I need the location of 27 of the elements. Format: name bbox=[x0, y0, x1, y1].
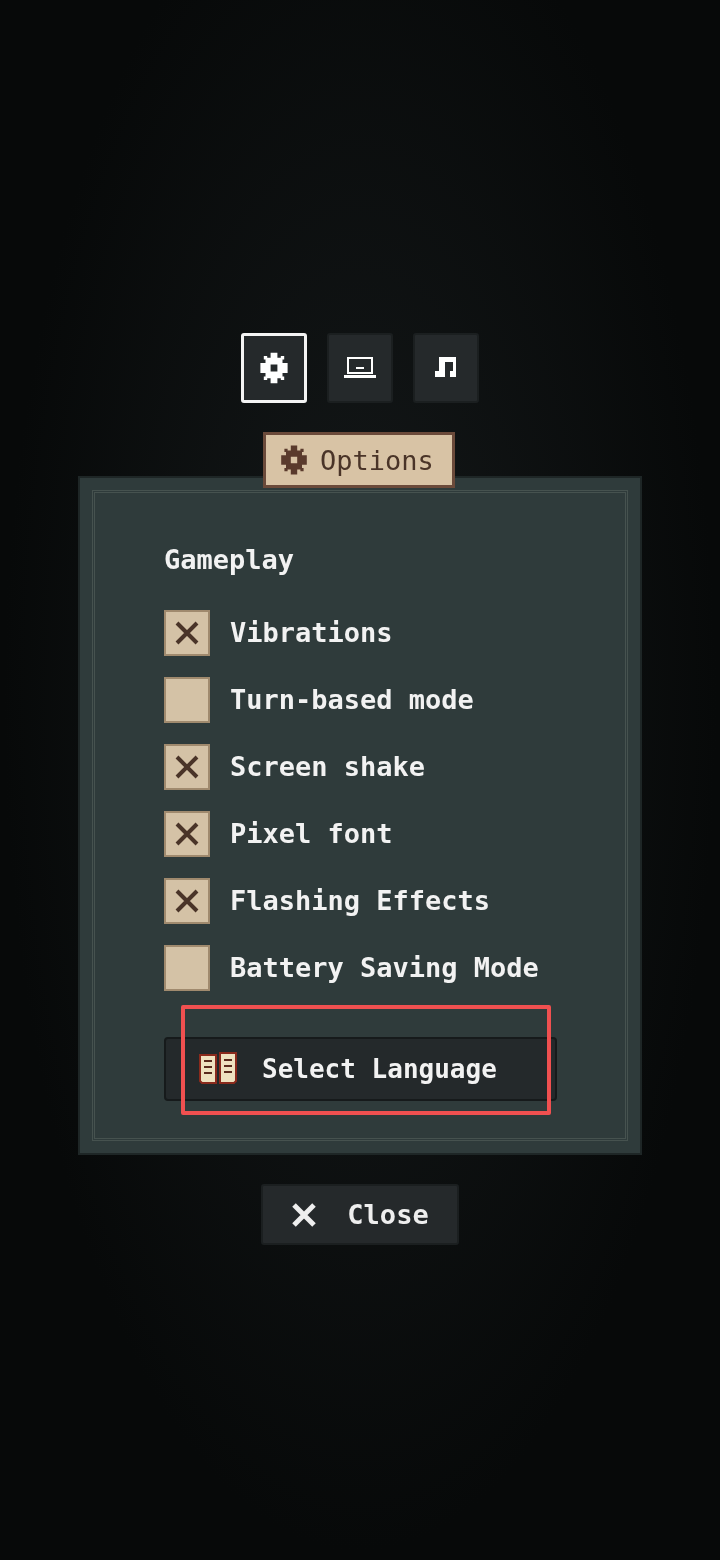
checkbox[interactable] bbox=[164, 944, 210, 991]
section-title: Gameplay bbox=[164, 544, 296, 575]
option-label: Pixel font bbox=[230, 818, 393, 849]
checkbox[interactable] bbox=[164, 676, 210, 723]
checkbox[interactable] bbox=[164, 877, 210, 924]
cross-mark-icon bbox=[174, 619, 200, 646]
select-language-button[interactable]: Select Language bbox=[164, 1037, 557, 1101]
checkbox[interactable] bbox=[164, 609, 210, 656]
cross-mark-icon bbox=[174, 887, 200, 914]
tab[interactable] bbox=[327, 333, 393, 403]
checkbox[interactable] bbox=[164, 810, 210, 857]
option-label: Turn-based mode bbox=[230, 684, 474, 715]
cross-mark-icon bbox=[174, 820, 200, 847]
option-label: Screen shake bbox=[230, 751, 426, 782]
option-label: Battery Saving Mode bbox=[230, 952, 539, 983]
tab[interactable] bbox=[413, 333, 479, 403]
cross-mark-icon bbox=[174, 753, 200, 780]
gear-icon bbox=[278, 444, 310, 476]
close-button[interactable]: Close bbox=[261, 1184, 459, 1245]
banner-title: Options bbox=[320, 444, 434, 476]
laptop-icon bbox=[343, 356, 377, 380]
close-icon bbox=[291, 1201, 318, 1228]
checkbox[interactable] bbox=[164, 743, 210, 790]
option-label: Vibrations bbox=[230, 617, 393, 648]
gear-icon bbox=[257, 351, 291, 385]
book-icon bbox=[198, 1051, 238, 1087]
option-label: Flashing Effects bbox=[230, 885, 491, 916]
